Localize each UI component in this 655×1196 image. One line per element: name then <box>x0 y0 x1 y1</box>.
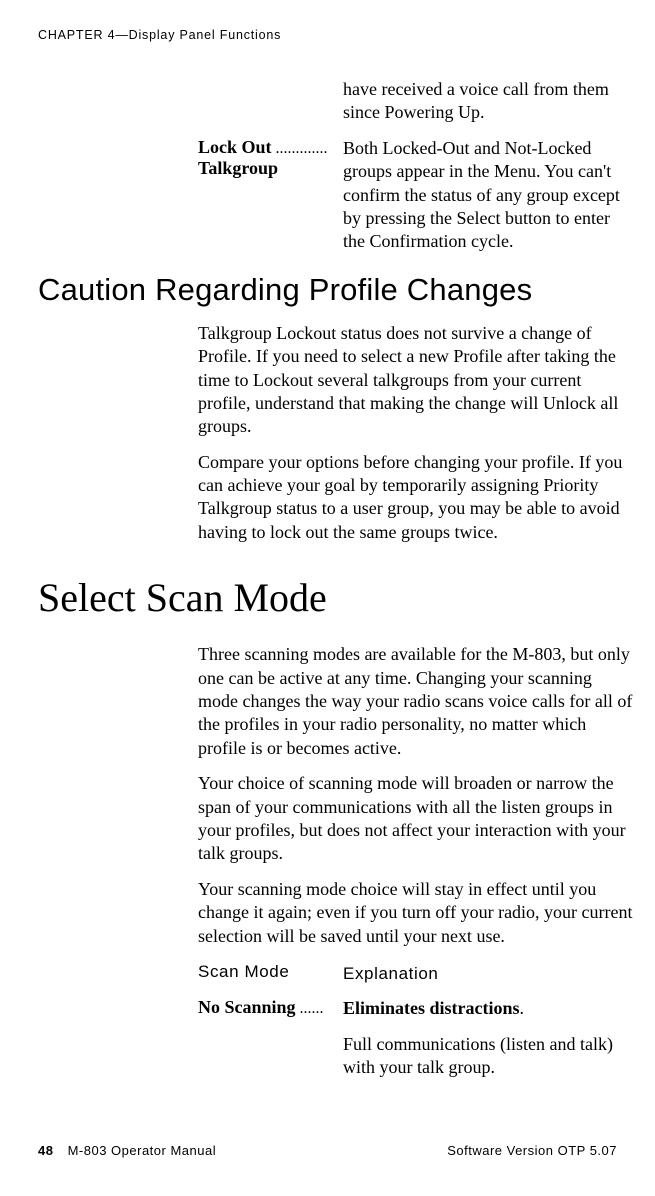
lockout-label-dots: ............. <box>272 140 328 157</box>
scan-paragraph-3: Your scanning mode choice will stay in e… <box>198 878 635 948</box>
scan-paragraph-1: Three scanning modes are available for t… <box>198 643 635 760</box>
scan-intro-row: Three scanning modes are available for t… <box>38 643 635 948</box>
caution-paragraph-2: Compare your options before changing you… <box>198 451 635 545</box>
chapter-running-head: CHAPTER 4—Display Panel Functions <box>38 28 281 42</box>
prev-page-continuation-text: have received a voice call from them sin… <box>343 78 635 125</box>
page-number: 48 <box>38 1143 53 1158</box>
no-scanning-row: No Scanning ...... Eliminates distractio… <box>38 997 635 1079</box>
caution-paragraph-1: Talkgroup Lockout status does not surviv… <box>198 322 635 439</box>
footer-manual-title: M-803 Operator Manual <box>68 1143 217 1158</box>
no-scanning-dots: ...... <box>296 1000 324 1017</box>
lockout-label-line2: Talkgroup <box>198 158 278 178</box>
no-scanning-value-line1: Eliminates distractions. <box>343 997 635 1020</box>
lockout-description: Both Locked-Out and Not-Locked groups ap… <box>343 137 635 254</box>
lockout-row: Lock Out ............. Talkgroup Both Lo… <box>38 137 635 254</box>
scan-table-header-row: Scan Mode Explanation <box>38 962 635 985</box>
empty-label <box>38 78 343 125</box>
footer-left: 48 M-803 Operator Manual <box>38 1143 216 1158</box>
caution-p1-row: Talkgroup Lockout status does not surviv… <box>38 322 635 545</box>
no-scanning-value-bold: Eliminates distractions <box>343 998 520 1018</box>
scan-col-head-left: Scan Mode <box>198 962 289 981</box>
page-footer: 48 M-803 Operator Manual Software Versio… <box>38 1143 617 1158</box>
no-scanning-value-line2: Full communications (listen and talk) wi… <box>343 1033 635 1080</box>
select-scan-heading: Select Scan Mode <box>38 574 635 621</box>
scan-col-head-right: Explanation <box>343 964 438 983</box>
prev-page-continuation-row: have received a voice call from them sin… <box>38 78 635 125</box>
no-scanning-label: No Scanning <box>198 997 296 1017</box>
lockout-label-line1: Lock Out <box>198 137 272 157</box>
footer-right: Software Version OTP 5.07 <box>447 1143 617 1158</box>
page-body: have received a voice call from them sin… <box>38 78 635 1080</box>
no-scanning-value-period: . <box>520 998 525 1018</box>
caution-heading: Caution Regarding Profile Changes <box>38 272 635 308</box>
scan-paragraph-2: Your choice of scanning mode will broade… <box>198 772 635 866</box>
